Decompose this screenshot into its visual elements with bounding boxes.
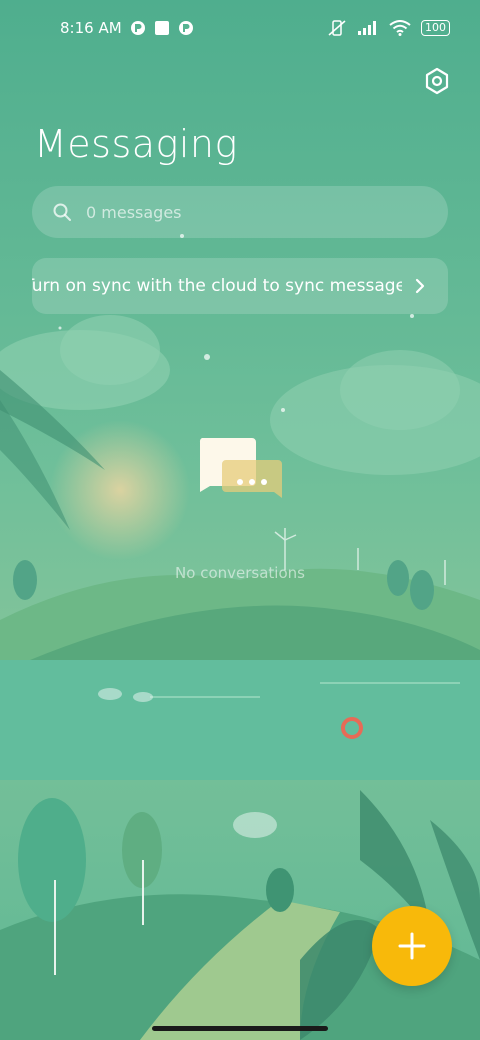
chat-bubbles-icon: [199, 438, 282, 498]
settings-hex-icon: [425, 67, 449, 95]
sync-cloud-banner[interactable]: Turn on sync with the cloud to sync mess…: [32, 258, 448, 314]
plus-icon: [398, 932, 426, 960]
home-indicator[interactable]: [152, 1026, 328, 1031]
search-icon: [53, 203, 71, 221]
status-left: 8:16 AM: [60, 19, 194, 37]
chevron-right-icon: [415, 278, 425, 294]
square-notification-icon: [154, 21, 169, 35]
search-placeholder: 0 messages: [86, 202, 182, 222]
empty-state-label: No conversations: [175, 564, 305, 582]
wifi-icon: [389, 20, 411, 36]
new-message-button[interactable]: [372, 906, 452, 986]
sync-banner-text: Turn on sync with the cloud to sync mess…: [32, 276, 402, 296]
cell-signal-icon: [358, 21, 376, 35]
search-input[interactable]: 0 messages: [32, 186, 448, 238]
status-right: 100: [327, 19, 450, 37]
status-time: 8:16 AM: [60, 19, 122, 37]
page-title: Messaging: [34, 122, 238, 166]
settings-button[interactable]: [422, 66, 452, 96]
app-notification-icon: [178, 21, 193, 35]
app-notification-icon: [130, 21, 145, 35]
battery-indicator: 100: [421, 20, 450, 36]
vibrate-off-icon: [328, 20, 346, 36]
status-bar: 8:16 AM 100: [0, 0, 480, 56]
